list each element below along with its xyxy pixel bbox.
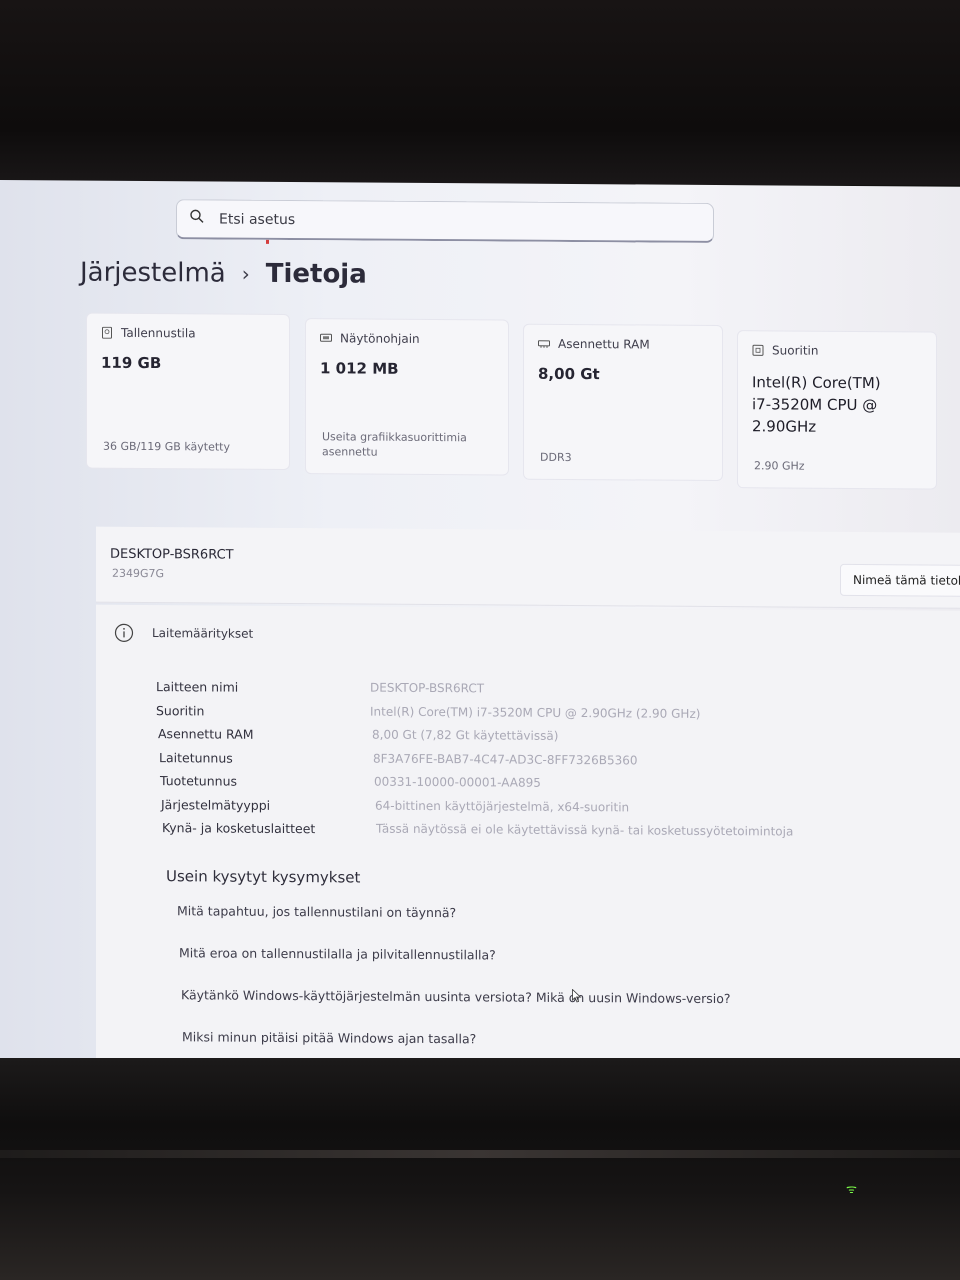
spec-label: Kynä- ja kosketuslaitteet: [162, 820, 316, 837]
spec-value: 64-bittinen käyttöjärjestelmä, x64-suori…: [375, 798, 630, 814]
ram-card[interactable]: Asennettu RAM 8,00 Gt DDR3: [523, 323, 723, 482]
specs-title: Laitemääritykset: [152, 626, 254, 641]
laptop-bezel-top: [0, 0, 960, 185]
gpu-note: Useita grafiikkasuorittimia asennettu: [322, 430, 467, 459]
spec-value: Tässä näytössä ei ole käytettävissä kynä…: [376, 821, 794, 839]
processor-card[interactable]: Suoritin Intel(R) Core(TM) i7-3520M CPU …: [737, 330, 937, 490]
storage-icon: [102, 326, 112, 339]
spec-label: Järjestelmätyyppi: [161, 796, 271, 813]
ram-icon: [538, 340, 550, 348]
ram-label: Asennettu RAM: [558, 336, 650, 352]
spec-label: Suoritin: [156, 702, 205, 718]
page-title: Tietoja: [265, 258, 367, 290]
gpu-label: Näytönohjain: [340, 331, 420, 346]
processor-icon: [752, 344, 764, 356]
display-adapter-icon: [320, 333, 332, 342]
spec-value: 8F3A76FE-BAB7-4C47-AD3C-8FF7326B5360: [373, 751, 638, 767]
spec-value: DESKTOP-BSR6RCT: [370, 680, 485, 696]
storage-label: Tallennustila: [121, 325, 196, 341]
laptop-bezel-bottom: [0, 1058, 960, 1280]
wifi-led-icon: ᯤ: [846, 1182, 857, 1196]
faq-title: Usein kysytyt kysymykset: [166, 867, 361, 887]
ram-value: 8,00 Gt: [538, 364, 600, 384]
breadcrumb: Järjestelmä › Tietoja: [80, 251, 367, 297]
storage-usage: 36 GB/119 GB käytetty: [103, 439, 230, 454]
storage-value: 119 GB: [101, 353, 162, 373]
breadcrumb-parent[interactable]: Järjestelmä: [80, 258, 226, 289]
search-box[interactable]: [176, 199, 714, 243]
search-icon: [190, 209, 204, 223]
laptop-hinge: [0, 1150, 960, 1158]
specs-table: Laitteen nimi DESKTOP-BSR6RCT Suoritin I…: [156, 679, 916, 849]
spec-value: 8,00 Gt (7,82 Gt käytettävissä): [372, 727, 559, 743]
spec-label: Asennettu RAM: [158, 726, 254, 742]
gpu-card[interactable]: Näytönohjain 1 012 MB Useita grafiikkasu…: [305, 318, 509, 476]
spec-value: Intel(R) Core(TM) i7-3520M CPU @ 2.90GHz…: [370, 704, 701, 721]
spec-label: Laitteen nimi: [156, 679, 239, 695]
chevron-right-icon: ›: [241, 261, 250, 286]
device-name-panel: DESKTOP-BSR6RCT 2349G7G Nimeä tämä tieto…: [96, 526, 960, 609]
faq-link[interactable]: Miksi minun pitäisi pitää Windows ajan t…: [182, 1029, 476, 1046]
spec-label: Laitetunnus: [159, 749, 233, 766]
ram-type: DDR3: [540, 450, 572, 464]
device-model: 2349G7G: [112, 566, 165, 581]
mouse-cursor-icon: [572, 988, 582, 1003]
search-input[interactable]: [219, 208, 679, 234]
spec-row: Kynä- ja kosketuslaitteet Tässä näytössä…: [162, 820, 922, 849]
specs-header[interactable]: Laitemääritykset: [114, 623, 253, 644]
gpu-value: 1 012 MB: [320, 359, 399, 378]
text-caret: [266, 239, 269, 244]
storage-card[interactable]: Tallennustila 119 GB 36 GB/119 GB käytet…: [86, 312, 290, 471]
faq-link[interactable]: Mitä eroa on tallennustilalla ja pilvita…: [179, 945, 496, 962]
faq-link[interactable]: Mitä tapahtuu, jos tallennustilani on tä…: [177, 903, 456, 920]
info-icon: [114, 623, 134, 642]
rename-pc-button[interactable]: Nimeä tämä tietok: [840, 563, 960, 597]
spec-label: Tuotetunnus: [160, 773, 238, 789]
spec-value: 00331-10000-00001-AA895: [374, 774, 541, 790]
processor-speed: 2.90 GHz: [754, 459, 805, 473]
processor-value: Intel(R) Core(TM) i7-3520M CPU @ 2.90GHz: [752, 373, 881, 436]
device-name: DESKTOP-BSR6RCT: [110, 546, 234, 563]
settings-window: Järjestelmä › Tietoja Tallennustila 119 …: [0, 180, 960, 1067]
processor-label: Suoritin: [772, 343, 819, 358]
